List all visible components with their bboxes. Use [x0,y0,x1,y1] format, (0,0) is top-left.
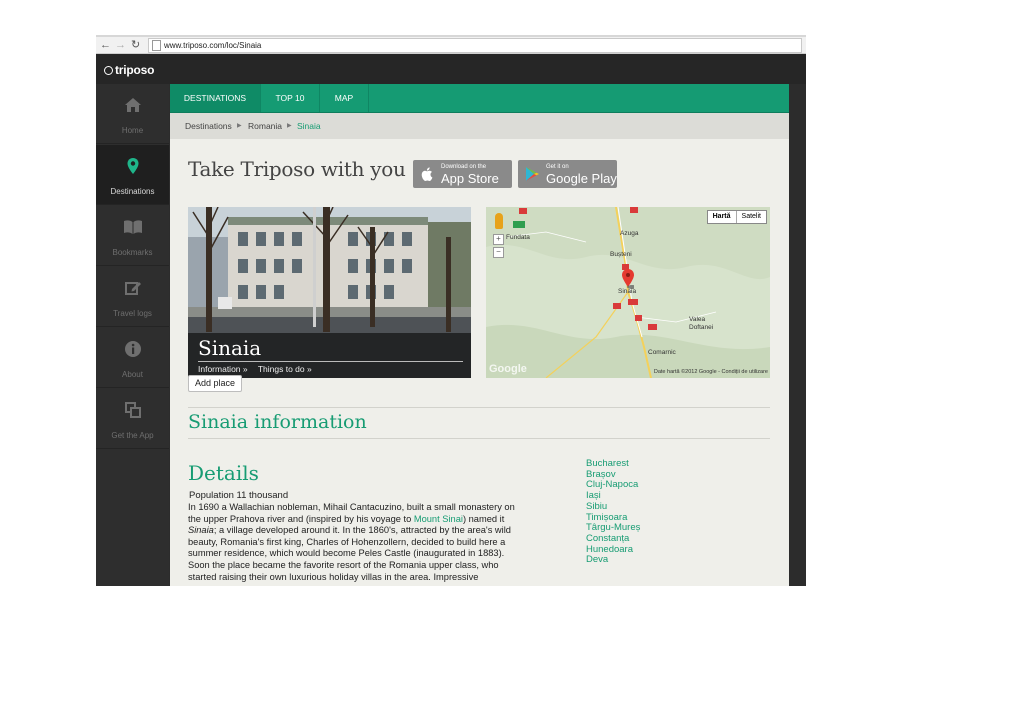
tab-destinations[interactable]: DESTINATIONS [170,84,261,112]
map-label-busteni: Bușteni [610,251,632,258]
photo-caption-divider [198,361,463,362]
app-store-button[interactable]: Download on the App Store [413,160,512,188]
things-to-do-link[interactable]: Things to do » [258,364,312,374]
google-map-logo: Google [489,363,527,375]
top-bar: triposo [96,54,806,84]
information-link[interactable]: Information » [198,364,248,374]
zoom-out-button[interactable]: − [493,247,504,258]
photo-links: Information » Things to do » [198,364,320,374]
sinaia-emphasis: Sinaia [188,525,214,536]
sidebar-item-about[interactable]: About [96,328,169,388]
back-arrow-icon[interactable]: ← [100,38,111,52]
city-link-deva[interactable]: Deva [586,555,640,566]
sidebar-item-get-the-app[interactable]: Get the App [96,389,169,449]
tab-map[interactable]: MAP [320,84,369,112]
sidebar-item-home[interactable]: Home [96,84,169,144]
google-play-small-text: Get it on [546,164,569,170]
map-label-azuga: Azuga [620,230,639,237]
apple-icon [421,167,433,181]
app-store-big-text: App Store [441,171,499,186]
street-view-pegman-icon[interactable] [495,213,503,229]
sidebar-item-label: Bookmarks [112,248,153,257]
sidebar: Home Destinations Bookmarks Travel logs … [96,84,169,586]
location-pin-icon[interactable] [622,269,634,289]
population-text: Population 11 thousand [189,490,289,501]
triposo-app: triposo Home Destinations Bookmarks Trav… [96,54,806,586]
address-bar[interactable]: www.triposo.com/loc/Sinaia [148,38,802,53]
edit-icon [96,279,169,299]
map-zoom-controls: + − [493,234,504,260]
copy-icon [96,401,169,421]
logo-mark-icon [104,66,113,75]
city-link-sibiu[interactable]: Sibiu [586,501,640,513]
map-type-harta-button[interactable]: Hartă [708,211,737,223]
map-label-valea-doftanei: Valea Doftanei [689,316,714,331]
home-icon [96,96,169,116]
sidebar-item-bookmarks[interactable]: Bookmarks [96,206,169,266]
book-icon [96,218,169,238]
google-play-button[interactable]: Get it on Google Play [518,160,617,188]
map-credit: Date hartă ©2012 Google - Condiții de ut… [653,369,768,375]
add-place-button[interactable]: Add place [188,375,243,392]
breadcrumb-separator-icon: ▶ [287,123,292,129]
sidebar-item-label: Home [121,126,144,135]
section-divider [188,407,770,408]
breadcrumb-romania[interactable]: Romania [248,113,282,139]
forward-arrow-icon[interactable]: → [115,38,126,52]
url-text: www.triposo.com/loc/Sinaia [164,41,262,50]
map-label-fundata: Fundata [506,234,530,241]
sidebar-item-label: Destinations [110,187,155,196]
photo-title: Sinaia [198,336,262,360]
sidebar-item-label: Travel logs [113,309,152,318]
map-pin-icon [96,157,169,177]
breadcrumb-separator-icon: ▶ [237,123,242,129]
breadcrumb-sinaia: Sinaia [297,121,321,131]
zoom-in-button[interactable]: + [493,234,504,245]
details-body: In 1690 a Wallachian nobleman, Mihail Ca… [188,502,518,583]
location-map[interactable]: + − Hartă Satelit Fundata Azuga Bușteni S… [486,207,770,378]
promo-title: Take Triposo with you [188,157,406,181]
info-icon [96,340,169,360]
page-icon [152,40,161,51]
sidebar-item-destinations[interactable]: Destinations [96,145,169,205]
google-play-icon [526,167,539,181]
reload-icon[interactable]: ↻ [131,38,140,52]
sidebar-item-travel-logs[interactable]: Travel logs [96,267,169,327]
mount-sinai-link[interactable]: Mount Sinai [414,514,463,524]
destination-photo[interactable]: Sinaia Information » Things to do » [188,207,471,378]
main-content: DESTINATIONS TOP 10 MAP Destinations ▶ R… [170,84,789,586]
breadcrumb-destinations[interactable]: Destinations [185,113,232,139]
sidebar-item-label: Get the App [111,431,154,440]
app-store-small-text: Download on the [441,164,487,170]
tab-bar: DESTINATIONS TOP 10 MAP [170,84,789,113]
details-text-2: ) named it [462,513,505,524]
right-edge-bar [789,84,806,586]
details-heading: Details [188,461,259,485]
breadcrumb: Destinations ▶ Romania ▶ Sinaia [170,113,789,139]
nearby-cities-list: Bucharest Brașov Cluj-Napoca Iași Sibiu … [586,458,640,566]
section-title: Sinaia information [188,411,367,433]
browser-toolbar: ← → ↻ www.triposo.com/loc/Sinaia [96,35,806,54]
section-divider [188,438,770,439]
map-label-sinaia: Sinaia [618,288,637,295]
map-type-satelit-button[interactable]: Satelit [737,211,766,223]
map-type-toggle: Hartă Satelit [706,210,767,224]
google-play-big-text: Google Play [546,171,617,186]
triposo-logo[interactable]: triposo [104,63,154,77]
tab-top-10[interactable]: TOP 10 [261,84,320,112]
logo-text: triposo [115,63,155,77]
map-label-comarnic: Comarnic [648,349,676,356]
sidebar-item-label: About [122,370,143,379]
details-text-3: ; a village developed around it. In the … [188,525,511,582]
